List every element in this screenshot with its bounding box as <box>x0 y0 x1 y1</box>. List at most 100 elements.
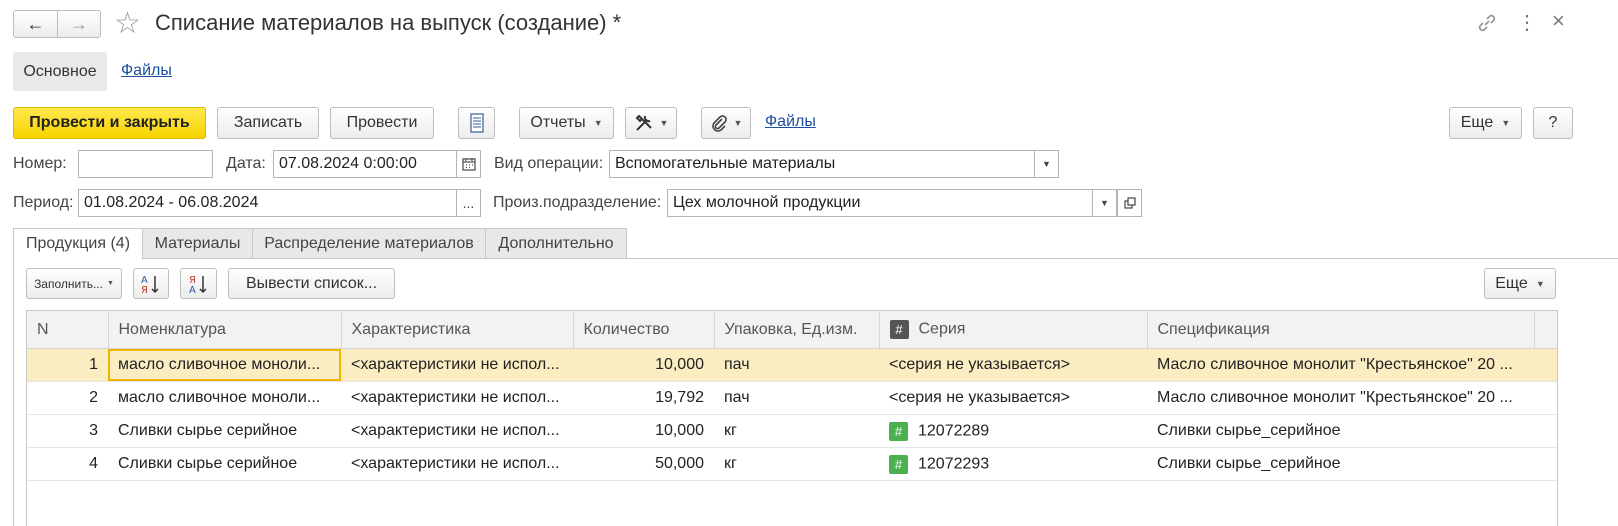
more-button[interactable]: Еще ▼ <box>1449 107 1522 139</box>
post-button[interactable]: Провести <box>330 107 434 139</box>
division-label: Произ.подразделение: <box>493 194 662 211</box>
link-icon[interactable] <box>1476 12 1498 39</box>
series-value: 12072293 <box>918 455 990 473</box>
cell-n: 2 <box>27 381 108 415</box>
table-row[interactable]: 2 масло сливочное моноли... <характерист… <box>27 381 1557 415</box>
attachments-button[interactable]: ▼ <box>701 107 751 139</box>
cell-characteristic[interactable]: <характеристики не испол... <box>341 381 573 415</box>
series-value: 12072289 <box>918 422 990 440</box>
arrow-right-icon: → <box>70 13 88 34</box>
division-open-button[interactable] <box>1117 189 1142 217</box>
cell-n: 1 <box>27 348 108 382</box>
table-row[interactable]: 1 масло сливочное моноли... <характерист… <box>27 348 1557 382</box>
cell-nomenclature[interactable]: масло сливочное моноли... <box>108 348 341 382</box>
sort-ascending-button[interactable]: АЯ <box>133 268 169 299</box>
table-row[interactable]: 4 Сливки сырье серийное <характеристики … <box>27 447 1557 481</box>
cell-specification[interactable]: Сливки сырье_серийное <box>1147 414 1534 448</box>
tools-icon <box>635 114 652 131</box>
column-header-series[interactable]: # Серия <box>879 311 1148 349</box>
column-header-n[interactable]: N <box>27 311 109 349</box>
operation-type-label: Вид операции: <box>494 155 604 172</box>
cell-spacer <box>1534 414 1557 448</box>
division-select[interactable]: Цех молочной продукции <box>667 189 1093 217</box>
help-button[interactable]: ? <box>1533 107 1573 139</box>
table-more-button[interactable]: Еще ▼ <box>1484 268 1556 299</box>
cell-quantity[interactable]: 50,000 <box>573 447 714 481</box>
column-header-unit[interactable]: Упаковка, Ед.изм. <box>714 311 880 349</box>
reports-button[interactable]: Отчеты ▼ <box>519 107 614 139</box>
table-row[interactable]: 3 Сливки сырье серийное <характеристики … <box>27 414 1557 448</box>
calendar-icon <box>461 158 476 171</box>
cell-n: 4 <box>27 447 108 481</box>
cell-unit[interactable]: пач <box>714 381 879 415</box>
favorite-star-icon[interactable]: ☆ <box>114 6 141 41</box>
cell-quantity[interactable]: 10,000 <box>573 414 714 448</box>
cell-specification[interactable]: Масло сливочное монолит "Крестьянское" 2… <box>1147 348 1534 382</box>
cell-spacer <box>1534 348 1557 382</box>
column-header-specification[interactable]: Спецификация <box>1147 311 1535 349</box>
fill-label: Заполнить... <box>34 276 103 291</box>
cell-characteristic[interactable]: <характеристики не испол... <box>341 447 573 481</box>
nav-tab-main-label: Основное <box>23 62 97 80</box>
tab-additional[interactable]: Дополнительно <box>485 228 627 259</box>
tab-materials[interactable]: Материалы <box>142 228 253 259</box>
document-journal-button[interactable] <box>458 107 495 139</box>
open-window-icon <box>1123 197 1136 209</box>
chevron-down-icon: ▼ <box>1100 198 1109 208</box>
table-header-row: N Номенклатура Характеристика Количество… <box>27 311 1557 349</box>
column-header-characteristic[interactable]: Характеристика <box>341 311 574 349</box>
cell-series[interactable]: <серия не указывается> <box>879 348 1147 382</box>
period-field[interactable]: 01.08.2024 - 06.08.2024 <box>78 189 457 217</box>
cell-nomenclature[interactable]: Сливки сырье серийное <box>108 447 341 481</box>
forward-button[interactable]: → <box>57 10 101 38</box>
cell-series[interactable]: #12072293 <box>879 447 1147 481</box>
nav-tab-files[interactable]: Файлы <box>121 62 172 80</box>
calendar-button[interactable] <box>456 150 481 178</box>
post-label: Провести <box>346 114 418 131</box>
nav-tab-main[interactable]: Основное <box>13 52 107 91</box>
cell-unit[interactable]: кг <box>714 414 879 448</box>
back-button[interactable]: ← <box>13 10 58 38</box>
sort-ascending-icon: АЯ <box>141 275 159 295</box>
period-select-button[interactable]: ... <box>456 189 481 217</box>
save-button[interactable]: Записать <box>217 107 319 139</box>
tools-button[interactable]: ▼ <box>625 107 677 139</box>
column-header-quantity[interactable]: Количество <box>573 311 715 349</box>
more-vertical-icon[interactable]: ⋮ <box>1517 10 1537 35</box>
tab-products[interactable]: Продукция (4) <box>13 228 143 260</box>
cell-quantity[interactable]: 19,792 <box>573 381 714 415</box>
sort-descending-button[interactable]: ЯА <box>180 268 217 299</box>
date-field[interactable]: 07.08.2024 0:00:00 <box>273 150 457 178</box>
division-dropdown[interactable]: ▼ <box>1092 189 1117 217</box>
chevron-down-icon: ▼ <box>106 280 114 287</box>
files-link[interactable]: Файлы <box>765 113 816 131</box>
column-header-nomenclature[interactable]: Номенклатура <box>108 311 342 349</box>
operation-type-dropdown[interactable]: ▼ <box>1034 150 1059 178</box>
cell-unit[interactable]: пач <box>714 348 879 382</box>
reports-label: Отчеты <box>530 114 586 131</box>
show-list-button[interactable]: Вывести список... <box>228 268 395 299</box>
operation-type-select[interactable]: Вспомогательные материалы <box>609 150 1035 178</box>
save-label: Записать <box>233 114 303 131</box>
column-header-series-label: Серия <box>918 320 966 338</box>
tab-materials-distribution[interactable]: Распределение материалов <box>252 228 486 259</box>
fill-button[interactable]: Заполнить... ▼ <box>26 268 122 299</box>
post-and-close-label: Провести и закрыть <box>29 114 190 131</box>
post-and-close-button[interactable]: Провести и закрыть <box>13 107 206 139</box>
number-field[interactable] <box>78 150 213 178</box>
chevron-down-icon: ▼ <box>659 118 669 128</box>
cell-nomenclature[interactable]: Сливки сырье серийное <box>108 414 341 448</box>
cell-characteristic[interactable]: <характеристики не испол... <box>341 348 573 382</box>
cell-nomenclature[interactable]: масло сливочное моноли... <box>108 381 341 415</box>
cell-characteristic[interactable]: <характеристики не испол... <box>341 414 573 448</box>
cell-series[interactable]: #12072289 <box>879 414 1147 448</box>
cell-series[interactable]: <серия не указывается> <box>879 381 1147 415</box>
cell-quantity[interactable]: 10,000 <box>573 348 714 382</box>
more-label: Еще <box>1460 114 1494 131</box>
cell-specification[interactable]: Масло сливочное монолит "Крестьянское" 2… <box>1147 381 1534 415</box>
close-icon[interactable]: × <box>1552 8 1565 34</box>
chevron-down-icon: ▼ <box>593 118 603 128</box>
cell-unit[interactable]: кг <box>714 447 879 481</box>
cell-specification[interactable]: Сливки сырье_серийное <box>1147 447 1534 481</box>
period-label: Период: <box>13 194 74 211</box>
